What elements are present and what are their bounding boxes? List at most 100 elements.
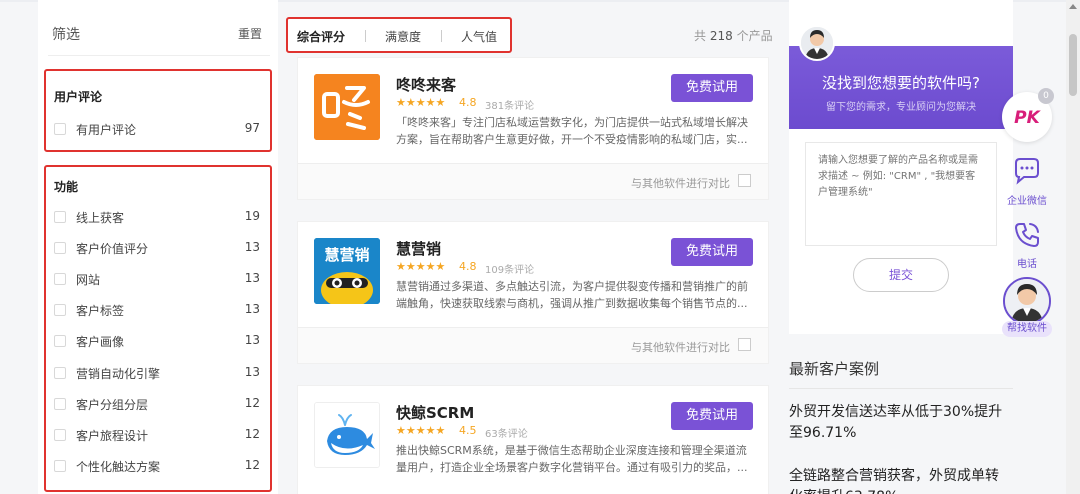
helper-avatar[interactable] [1003, 277, 1051, 325]
product-logo-kuaijing[interactable] [314, 402, 380, 468]
free-trial-button[interactable]: 免费试用 [671, 402, 753, 430]
compare-label: 与其他软件进行对比 [631, 341, 730, 354]
checkbox[interactable] [54, 211, 66, 223]
checkbox[interactable] [54, 335, 66, 347]
sort-tabs: 综合评分 满意度 人气值 [286, 17, 512, 53]
helper-avatar-icon [1005, 279, 1049, 323]
checkbox[interactable] [54, 273, 66, 285]
dongdong-logo-icon [314, 74, 380, 140]
product-card: 咚咚来客 ★★★★★ 4.8 381条评论 「咚咚来客」专注门店私域运营数字化，… [297, 57, 769, 200]
checkbox[interactable] [54, 460, 66, 472]
free-trial-button[interactable]: 免费试用 [671, 74, 753, 102]
wechat-button[interactable] [1010, 157, 1044, 191]
option-count: 97 [244, 121, 260, 135]
option-label: 有用户评论 [76, 123, 137, 137]
rating-score: 4.5 [459, 424, 477, 437]
rating-stars: ★★★★★ [396, 96, 446, 109]
option-label: 个性化触达方案 [76, 460, 161, 474]
free-trial-button[interactable]: 免费试用 [671, 238, 753, 266]
product-name[interactable]: 慧营销 [396, 238, 441, 259]
review-count[interactable]: 381条评论 [485, 97, 534, 112]
product-name[interactable]: 快鲸SCRM [396, 402, 474, 423]
filter-option[interactable]: 客户价值评分 13 [46, 236, 270, 260]
filter-option[interactable]: 网站 13 [46, 267, 270, 291]
helper-label[interactable]: 帮找软件 [1002, 321, 1052, 337]
submit-button[interactable]: 提交 [853, 258, 949, 292]
tab-popularity[interactable]: 人气值 [461, 28, 497, 45]
phone-button[interactable] [1010, 220, 1044, 254]
filter-option[interactable]: 客户画像 13 [46, 329, 270, 353]
filter-group-features: 功能 线上获客 19 客户价值评分 13 网站 13 客户标签 13 客户画像 … [44, 165, 272, 492]
product-card: 慧营销 慧营销 ★★★★★ 4.8 109条评论 慧营销通过多渠道、多点触达引流… [297, 221, 769, 364]
filter-option[interactable]: 线上获客 19 [46, 205, 270, 229]
whale-icon [315, 403, 379, 467]
filter-option[interactable]: 客户旅程设计 12 [46, 423, 270, 447]
compare-row: 与其他软件进行对比 [298, 327, 768, 363]
filter-option[interactable]: 营销自动化引擎 13 [46, 361, 270, 385]
option-label: 客户画像 [76, 335, 125, 349]
checkbox[interactable] [54, 398, 66, 410]
scroll-up-icon[interactable] [1069, 4, 1077, 9]
requirement-input[interactable] [805, 142, 997, 246]
compare-label: 与其他软件进行对比 [631, 177, 730, 190]
option-count: 12 [244, 396, 260, 410]
wechat-label: 企业微信 [1007, 196, 1047, 207]
wechat-widget[interactable]: 企业微信 [1000, 153, 1054, 207]
filter-group-user-reviews: 用户评论 有用户评论 97 [44, 69, 272, 152]
find-software-helper[interactable]: 帮找软件 [1002, 277, 1052, 337]
option-label: 客户旅程设计 [76, 429, 149, 443]
product-total: 共 218 个产品 [694, 27, 773, 44]
scrollbar[interactable] [1066, 0, 1080, 494]
filter-option-has-reviews[interactable]: 有用户评论 97 [46, 117, 270, 141]
checkbox[interactable] [54, 304, 66, 316]
product-logo-dongdong[interactable] [314, 74, 380, 140]
divider [365, 30, 366, 42]
filter-title: 筛选 [52, 27, 80, 43]
tab-satisfaction[interactable]: 满意度 [385, 28, 421, 45]
total-count: 218 [709, 29, 733, 43]
compare-checkbox[interactable] [738, 338, 751, 351]
case-link[interactable]: 外贸开发信送达率从低于30%提升至96.71% [789, 402, 1009, 444]
review-count[interactable]: 109条评论 [485, 261, 534, 276]
consultant-avatar-icon [801, 27, 833, 59]
option-count: 12 [244, 427, 260, 441]
filter-option[interactable]: 个性化触达方案 12 [46, 454, 270, 478]
option-count: 13 [244, 365, 260, 379]
checkbox[interactable] [54, 123, 66, 135]
total-suffix: 个产品 [736, 29, 773, 43]
rating-score: 4.8 [459, 96, 477, 109]
compare-checkbox[interactable] [738, 174, 751, 187]
latest-cases-title: 最新客户案例 [789, 360, 880, 378]
banner-title: 没找到您想要的软件吗? [822, 74, 980, 92]
consultant-avatar [799, 25, 835, 61]
case-link[interactable]: 全链路整合营销获客，外贸成单转化率提升63.78% [789, 466, 1009, 494]
product-description: 慧营销通过多渠道、多点触达引流，为客户提供裂变传播和营销推广的前端触角，快速获取… [396, 280, 748, 310]
option-label: 客户标签 [76, 304, 125, 318]
tab-overall-score[interactable]: 综合评分 [297, 28, 345, 45]
right-panel: 没找到您想要的软件吗? 留下您的需求，专业顾问为您解决 提交 最新客户案例 外贸… [789, 0, 1013, 494]
pk-button[interactable]: PK 0 [1002, 88, 1054, 142]
rating-stars: ★★★★★ [396, 260, 446, 273]
product-logo-huiyingxiao[interactable]: 慧营销 [314, 238, 380, 304]
phone-widget[interactable]: 电话 [1000, 216, 1054, 270]
option-count: 13 [244, 271, 260, 285]
banner-subtitle: 留下您的需求，专业顾问为您解决 [826, 102, 976, 113]
filter-option[interactable]: 客户标签 13 [46, 298, 270, 322]
pk-widget[interactable]: PK 0 [1000, 88, 1054, 142]
review-count[interactable]: 63条评论 [485, 425, 528, 440]
option-count: 12 [244, 458, 260, 472]
option-label: 客户价值评分 [76, 242, 149, 256]
reset-button[interactable]: 重置 [238, 25, 262, 42]
checkbox[interactable] [54, 242, 66, 254]
product-name[interactable]: 咚咚来客 [396, 74, 456, 95]
latest-cases: 最新客户案例 外贸开发信送达率从低于30%提升至96.71% 全链路整合营销获客… [789, 334, 1013, 494]
pk-count-badge: 0 [1038, 88, 1054, 104]
checkbox[interactable] [54, 429, 66, 441]
checkbox[interactable] [54, 367, 66, 379]
filter-sidebar: 筛选 重置 用户评论 有用户评论 97 功能 线上获客 19 客户价值评分 13… [38, 0, 278, 494]
scroll-thumb[interactable] [1069, 34, 1077, 96]
filter-option[interactable]: 客户分组分层 12 [46, 392, 270, 416]
option-label: 线上获客 [76, 211, 125, 225]
product-description: 「咚咚来客」专注门店私域运营数字化，为门店提供一站式私域增长解决方案，旨在帮助客… [396, 116, 748, 146]
pk-text: PK [1014, 108, 1041, 128]
